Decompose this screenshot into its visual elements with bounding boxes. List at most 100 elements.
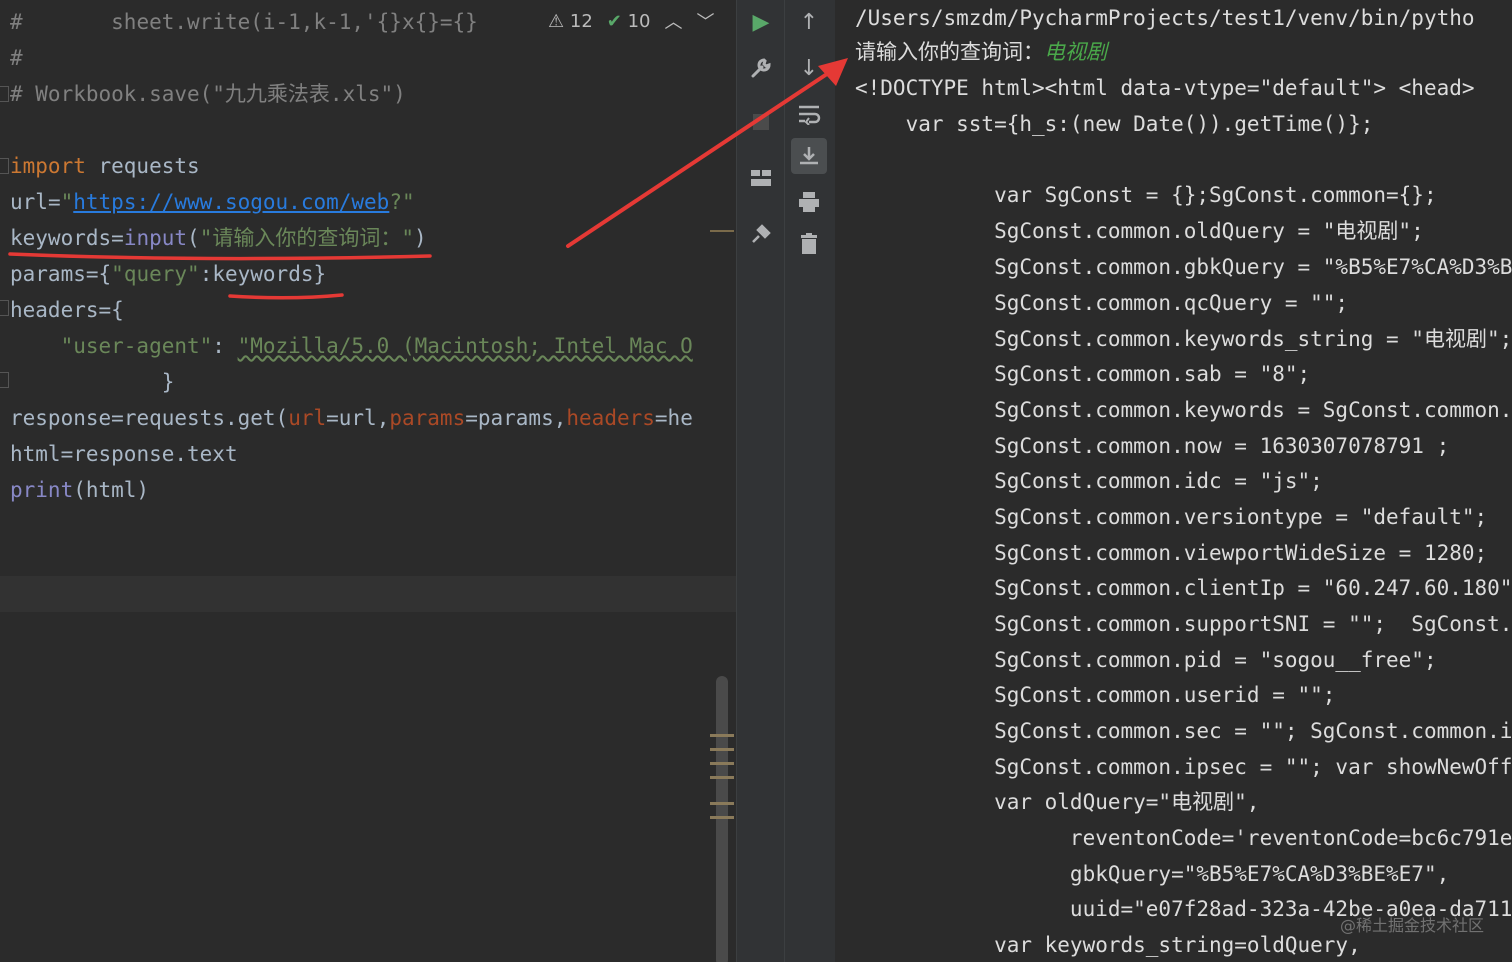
code-line-keywords[interactable]: keywords=input("请输入你的查询词：") [10, 220, 427, 256]
console-toolbar: ↑ ↓ [784, 0, 836, 962]
trash-icon[interactable] [791, 226, 827, 262]
console-line: var oldQuery="电视剧", [855, 790, 1260, 814]
chevron-up-icon[interactable]: ︿ [665, 8, 683, 34]
code-line-import[interactable]: import requests [10, 148, 200, 184]
error-stripe-mark[interactable] [710, 230, 734, 232]
var-name: headers [10, 298, 99, 322]
editor-scrollbar[interactable] [716, 676, 728, 962]
stop-icon[interactable] [743, 104, 779, 140]
code-editor[interactable]: # sheet.write(i-1,k-1,'{}x{}={} # # Work… [0, 0, 736, 962]
console-line: var keywords_string=oldQuery, [855, 933, 1361, 957]
user-input-text[interactable]: 电视剧 [1044, 40, 1107, 64]
code-text: response.text [73, 442, 238, 466]
code-line-params[interactable]: params={"query":keywords} [10, 256, 326, 292]
error-stripe-mark[interactable] [710, 816, 734, 819]
operator: = [98, 298, 112, 322]
code-text: =params [465, 406, 554, 430]
brace: } [161, 370, 175, 394]
code-text: =he [654, 406, 693, 430]
comma: , [376, 406, 390, 430]
code-line-user-agent[interactable]: "user-agent": "Mozilla/5.0 (Macintosh; I… [10, 328, 693, 364]
comment-text: # Workbook.save("九九乘法表.xls") [10, 82, 406, 106]
var-name: html [10, 442, 61, 466]
brace: { [111, 298, 124, 322]
code-line-headers[interactable]: headers={ [10, 292, 124, 328]
string-quote: ?" [389, 190, 415, 214]
fold-marker[interactable] [0, 158, 9, 174]
paren: ) [413, 226, 427, 250]
code-line-close-brace[interactable]: } [10, 364, 175, 400]
console-line: SgConst.common.pid = "sogou__free"; [855, 648, 1437, 672]
code-text: sheet.write(i-1,k-1,'{}x{}={} [111, 10, 478, 34]
code-text: keywords} [212, 262, 327, 286]
fold-marker[interactable] [0, 86, 9, 102]
run-console[interactable]: /Users/smzdm/PycharmProjects/test1/venv/… [835, 0, 1512, 962]
var-name: response [10, 406, 112, 430]
ok-count[interactable]: ✔ 10 [607, 11, 651, 32]
console-line: SgConst.common.viewportWideSize = 1280; [855, 541, 1488, 565]
code-line-2[interactable]: # [10, 40, 23, 76]
run-icon[interactable]: ▶ [743, 4, 779, 40]
operator: = [111, 226, 124, 250]
warning-icon: ⚠ [548, 10, 565, 32]
dict-key: "query" [111, 262, 200, 286]
console-input-line[interactable]: 请输入你的查询词：电视剧 [855, 34, 1107, 70]
warning-count[interactable]: ⚠ 12 [548, 11, 593, 32]
print-icon[interactable] [791, 184, 827, 220]
var-name: params [10, 262, 86, 286]
inspection-widget[interactable]: ⚠ 12 ✔ 10 ︿ ﹀ [546, 6, 715, 36]
scroll-to-end-icon[interactable] [791, 138, 827, 174]
console-line: SgConst.common.clientIp = "60.247.60.180… [855, 576, 1512, 600]
run-toolbar-left: ▶ [736, 0, 785, 962]
console-line: var sst={h_s:(new Date()).getTime()}; [855, 112, 1374, 136]
watermark: @稀土掘金技术社区 [1339, 916, 1484, 935]
brace: { [98, 262, 112, 286]
pin-icon[interactable] [743, 216, 779, 252]
code-line-print[interactable]: print(html) [10, 472, 149, 508]
check-icon: ✔ [606, 10, 622, 32]
console-line: SgConst.common.userid = ""; [855, 683, 1336, 707]
console-line: /Users/smzdm/PycharmProjects/test1/venv/… [855, 6, 1475, 30]
fold-marker[interactable] [0, 300, 9, 316]
code-line-3[interactable]: # Workbook.save("九九乘法表.xls") [10, 76, 406, 112]
code-line-html[interactable]: html=response.text [10, 436, 238, 472]
comment-text: # [10, 10, 112, 34]
wrench-icon[interactable] [743, 50, 779, 86]
keyword-import: import [10, 154, 86, 178]
chevron-down-icon[interactable]: ﹀ [697, 8, 715, 34]
operator: = [47, 190, 61, 214]
console-line: SgConst.common.versiontype = "default"; [855, 505, 1488, 529]
soft-wrap-icon[interactable] [791, 96, 827, 132]
kwarg-name: params [389, 406, 466, 430]
user-agent-string: "Mozilla/5.0 (Macintosh; Intel Mac O [237, 334, 693, 358]
console-line: reventonCode='reventonCode=bc6c791e28 [855, 826, 1512, 850]
error-stripe-mark[interactable] [710, 748, 734, 751]
fold-marker[interactable] [0, 372, 9, 388]
console-line: SgConst.common.idc = "js"; [855, 469, 1323, 493]
comment-text: # [10, 46, 23, 70]
layout-icon[interactable] [743, 160, 779, 196]
arrow-down-icon[interactable]: ↓ [791, 50, 827, 86]
code-text: requests [85, 154, 200, 178]
console-line: SgConst.common.oldQuery = "电视剧"; [855, 219, 1424, 243]
error-stripe-mark[interactable] [710, 734, 734, 737]
console-line: var SgConst = {};SgConst.common={}; [855, 183, 1437, 207]
console-line: gbkQuery="%B5%E7%CA%D3%BE%E7", [855, 862, 1450, 886]
console-line: SgConst.common.now = 1630307078791 ; [855, 434, 1450, 458]
current-line-highlight [0, 576, 736, 612]
operator: = [60, 442, 74, 466]
var-name: url [10, 190, 48, 214]
var-name: keywords [10, 226, 112, 250]
code-line-url[interactable]: url="https://www.sogou.com/web?" [10, 184, 415, 220]
code-line-1[interactable]: # sheet.write(i-1,k-1,'{}x{}={} [10, 4, 478, 40]
console-line: SgConst.common.keywords_string = "电视剧"; [855, 327, 1512, 351]
code-line-response[interactable]: response=requests.get(url=url,params=par… [10, 400, 693, 436]
error-stripe-mark[interactable] [710, 776, 734, 779]
kwarg-name: url [288, 406, 327, 430]
dict-key: "user-agent" [60, 334, 213, 358]
url-link[interactable]: https://www.sogou.com/web [73, 190, 389, 214]
arrow-up-icon[interactable]: ↑ [791, 4, 827, 40]
operator: = [111, 406, 124, 430]
error-stripe-mark[interactable] [710, 762, 734, 765]
error-stripe-mark[interactable] [710, 802, 734, 805]
